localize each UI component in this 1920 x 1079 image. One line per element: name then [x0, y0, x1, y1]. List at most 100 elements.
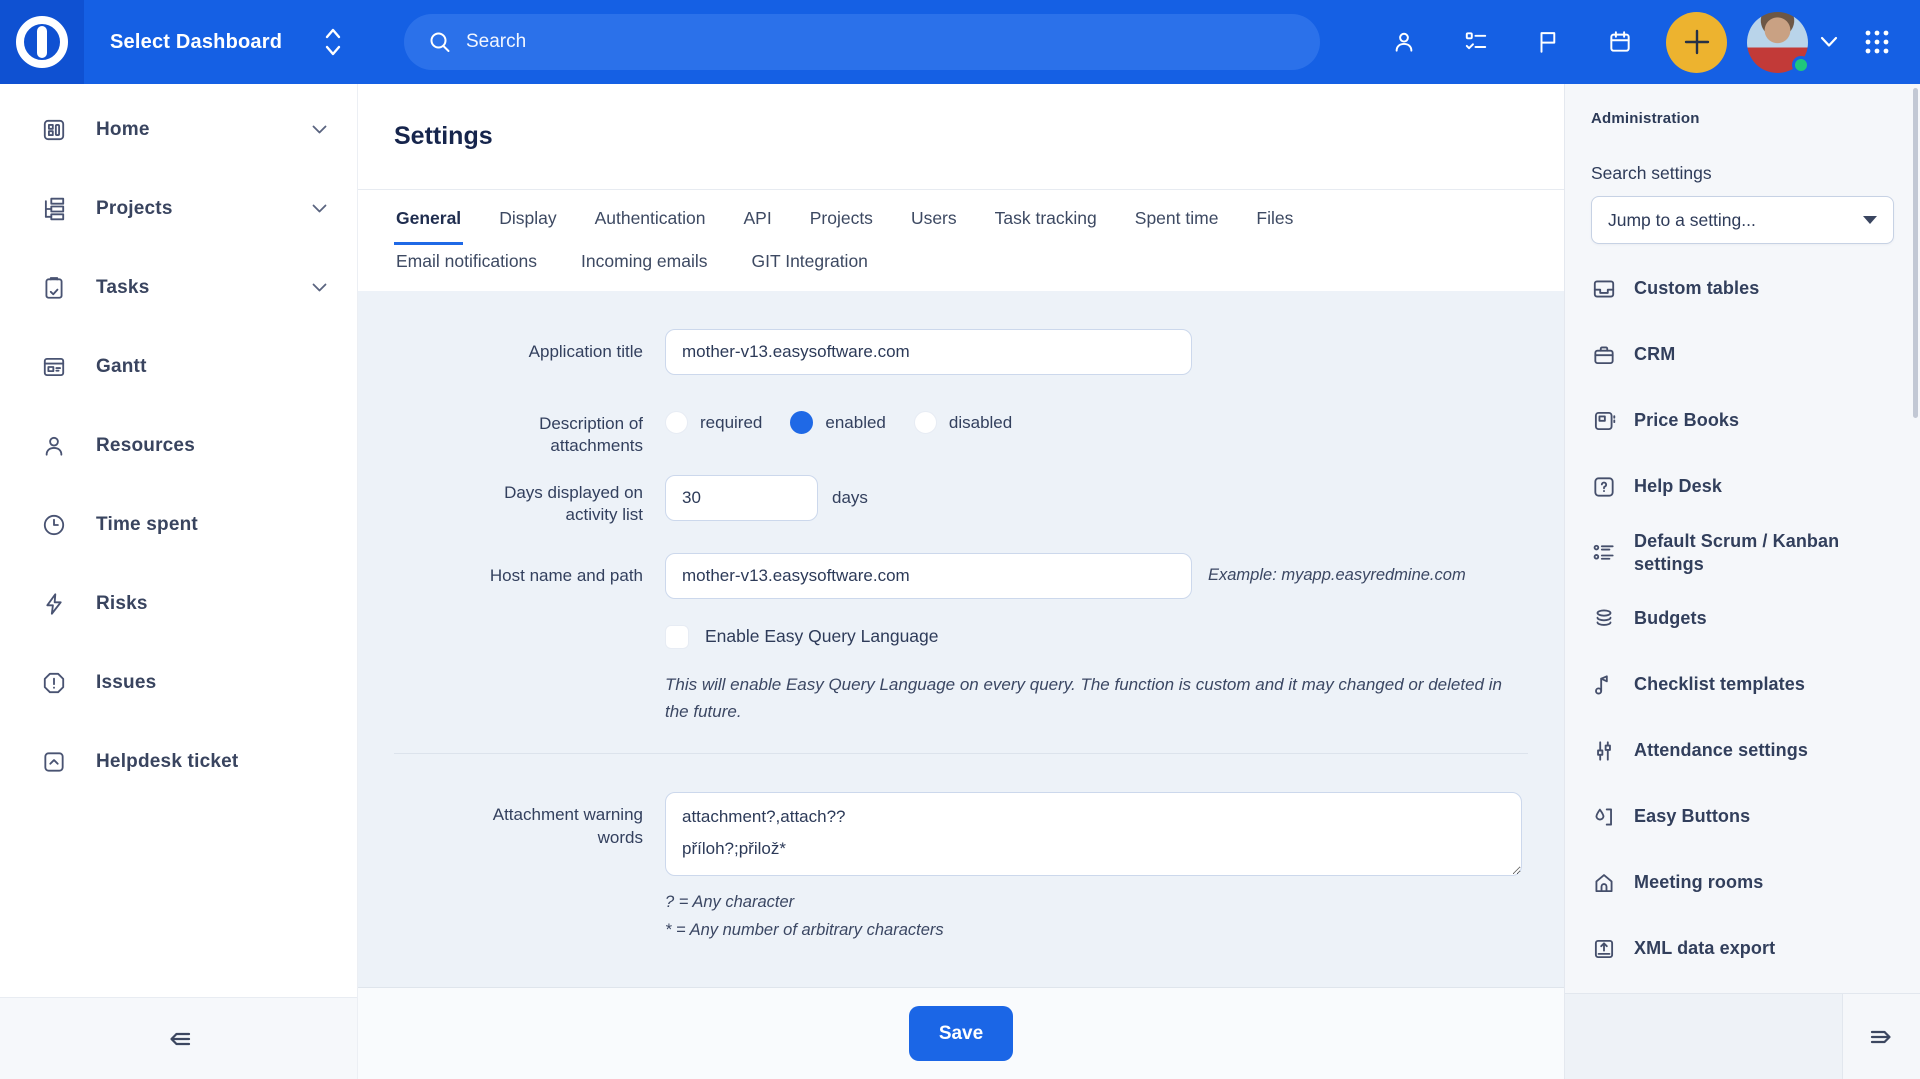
- tasks-clipboard-icon: [40, 274, 68, 302]
- admin-item-attendance-settings[interactable]: Attendance settings: [1591, 718, 1894, 784]
- sidebar-item-label: Risks: [96, 593, 148, 615]
- admin-item-meeting-rooms[interactable]: Meeting rooms: [1591, 850, 1894, 916]
- dashboard-selector[interactable]: Select Dashboard: [110, 27, 342, 57]
- application-title-input[interactable]: mother-v13.easysoftware.com: [665, 329, 1192, 375]
- apps-grid-button[interactable]: [1862, 27, 1892, 57]
- radio-required[interactable]: required: [665, 411, 762, 434]
- search-placeholder: Search: [466, 31, 526, 53]
- tab-email-notifications[interactable]: Email notifications: [394, 245, 539, 291]
- chevron-down-icon[interactable]: [312, 283, 327, 292]
- hint-question-mark: ? = Any character: [665, 888, 1528, 916]
- collapse-admin-panel-button[interactable]: [1842, 994, 1920, 1079]
- days-displayed-input[interactable]: 30: [665, 475, 818, 521]
- dashboard-selector-label: Select Dashboard: [110, 31, 282, 54]
- eql-note: This will enable Easy Query Language on …: [665, 671, 1515, 725]
- user-button[interactable]: [1391, 29, 1417, 55]
- custom-tables-icon: [1591, 276, 1617, 302]
- arrow-collapse-right-icon: [1867, 1022, 1897, 1052]
- enable-eql-checkbox-row[interactable]: Enable Easy Query Language: [665, 625, 1528, 649]
- checklist-button[interactable]: [1463, 29, 1489, 55]
- days-displayed-label: Days displayed on activity list: [394, 470, 643, 527]
- radio-required-label: required: [700, 413, 762, 433]
- tab-users[interactable]: Users: [909, 190, 959, 245]
- radio-enabled[interactable]: enabled: [790, 411, 886, 434]
- app-logo[interactable]: [0, 0, 84, 84]
- tab-general[interactable]: General: [394, 190, 463, 245]
- admin-item-checklist-templates[interactable]: Checklist templates: [1591, 652, 1894, 718]
- admin-item-xml-data-export[interactable]: XML data export: [1591, 916, 1894, 982]
- page-title: Settings: [394, 122, 493, 151]
- calendar-button[interactable]: [1607, 29, 1633, 55]
- tab-files[interactable]: Files: [1254, 190, 1295, 245]
- sidebar-item-time-spent[interactable]: Time spent: [0, 485, 357, 564]
- admin-item-price-books[interactable]: Price Books: [1591, 388, 1894, 454]
- jump-to-setting-select[interactable]: Jump to a setting...: [1591, 196, 1894, 244]
- tab-display[interactable]: Display: [497, 190, 558, 245]
- admin-item-easy-buttons[interactable]: Easy Buttons: [1591, 784, 1894, 850]
- admin-item-help-desk[interactable]: Help Desk: [1591, 454, 1894, 520]
- flag-button[interactable]: [1535, 29, 1561, 55]
- user-menu[interactable]: [1747, 12, 1808, 73]
- chevron-down-icon[interactable]: [312, 204, 327, 213]
- admin-item-budgets[interactable]: Budgets: [1591, 586, 1894, 652]
- left-sidebar: Home Projects: [0, 84, 358, 1079]
- collapse-sidebar-button[interactable]: [164, 1024, 194, 1054]
- tab-spent-time[interactable]: Spent time: [1133, 190, 1221, 245]
- online-status-dot: [1792, 56, 1810, 74]
- save-button[interactable]: Save: [909, 1006, 1013, 1061]
- administration-panel: Administration Search settings Jump to a…: [1564, 84, 1920, 1079]
- coins-icon: [1591, 606, 1617, 632]
- sidebar-item-label: Issues: [96, 672, 156, 694]
- radio-disabled[interactable]: disabled: [914, 411, 1012, 434]
- radio-circle-checked-icon: [790, 411, 813, 434]
- sidebar-item-tasks[interactable]: Tasks: [0, 248, 357, 327]
- tab-incoming-emails[interactable]: Incoming emails: [579, 245, 709, 291]
- tab-row-1: General Display Authentication API Proje…: [394, 190, 1528, 245]
- sidebar-item-gantt[interactable]: Gantt: [0, 327, 357, 406]
- admin-item-crm[interactable]: CRM: [1591, 322, 1894, 388]
- arrow-collapse-left-icon: [164, 1024, 194, 1054]
- admin-item-label: Easy Buttons: [1634, 805, 1750, 828]
- checkbox-icon[interactable]: [665, 625, 689, 649]
- host-name-label: Host name and path: [394, 553, 643, 599]
- sidebar-item-issues[interactable]: Issues: [0, 643, 357, 722]
- admin-item-scrum-kanban[interactable]: Default Scrum / Kanban settings: [1591, 520, 1894, 586]
- chevron-down-icon[interactable]: [312, 125, 327, 134]
- admin-item-label: Default Scrum / Kanban settings: [1634, 530, 1894, 577]
- sidebar-item-label: Tasks: [96, 277, 149, 299]
- sidebar-item-label: Helpdesk ticket: [96, 751, 238, 773]
- page-scrollbar[interactable]: [1913, 88, 1918, 418]
- admin-item-custom-tables[interactable]: Custom tables: [1591, 256, 1894, 322]
- application-title-row: Application title mother-v13.easysoftwar…: [394, 329, 1528, 375]
- radio-disabled-label: disabled: [949, 413, 1012, 433]
- sidebar-item-helpdesk-ticket[interactable]: Helpdesk ticket: [0, 722, 357, 801]
- topbar: Select Dashboard Search: [0, 0, 1920, 84]
- tab-projects[interactable]: Projects: [808, 190, 875, 245]
- house-icon: [1591, 870, 1617, 896]
- search-settings-label: Search settings: [1591, 163, 1894, 184]
- create-new-button[interactable]: [1666, 12, 1727, 73]
- hint-asterisk: * = Any number of arbitrary characters: [665, 916, 1528, 944]
- host-name-input[interactable]: mother-v13.easysoftware.com: [665, 553, 1192, 599]
- settings-header: Settings: [358, 84, 1564, 190]
- tab-authentication[interactable]: Authentication: [593, 190, 708, 245]
- sidebar-item-projects[interactable]: Projects: [0, 169, 357, 248]
- tab-git-integration[interactable]: GIT Integration: [750, 245, 870, 291]
- person-icon: [40, 432, 68, 460]
- projects-tree-icon: [40, 195, 68, 223]
- main-content: Settings General Display Authentication …: [358, 84, 1564, 1079]
- chevron-down-icon: [1820, 36, 1838, 48]
- sidebar-item-resources[interactable]: Resources: [0, 406, 357, 485]
- sidebar-item-risks[interactable]: Risks: [0, 564, 357, 643]
- attachment-warning-input[interactable]: attachment?,attach?? příloh?;přilož*: [665, 792, 1522, 876]
- easy-logo-icon: [16, 16, 68, 68]
- sliders-icon: [1591, 738, 1617, 764]
- search-input[interactable]: Search: [404, 14, 1320, 70]
- jump-to-setting-placeholder: Jump to a setting...: [1608, 210, 1756, 231]
- user-menu-caret[interactable]: [1820, 36, 1838, 48]
- sidebar-item-home[interactable]: Home: [0, 90, 357, 169]
- tab-task-tracking[interactable]: Task tracking: [993, 190, 1099, 245]
- sidebar-item-label: Gantt: [96, 356, 147, 378]
- unfold-icon: [324, 27, 342, 57]
- tab-api[interactable]: API: [742, 190, 774, 245]
